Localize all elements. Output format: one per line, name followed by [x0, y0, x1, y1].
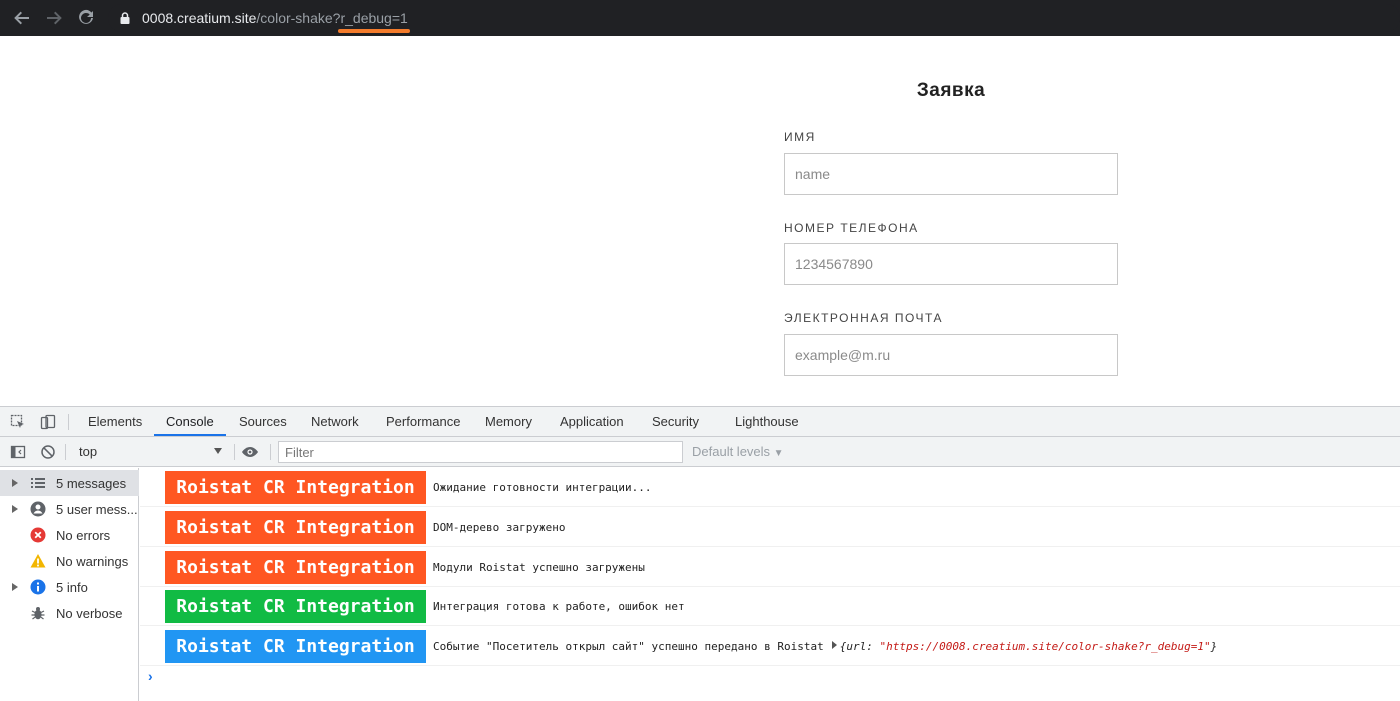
roistat-badge: Roistat CR Integration — [165, 551, 426, 584]
filter-input[interactable] — [278, 441, 683, 463]
message-text: DOM-дерево загружено — [433, 521, 566, 534]
inspect-element-icon[interactable] — [8, 412, 28, 432]
expand-triangle-icon[interactable] — [12, 479, 18, 487]
url-query: r_debug=1 — [340, 10, 408, 26]
toolbar-divider — [65, 444, 66, 460]
tab-memory[interactable]: Memory — [473, 407, 544, 436]
roistat-badge: Roistat CR Integration — [165, 511, 426, 544]
roistat-badge: Roistat CR Integration — [165, 471, 426, 504]
lock-icon — [120, 12, 130, 24]
sidebar-item-label: 5 info — [56, 579, 88, 595]
phone-label: НОМЕР ТЕЛЕФОНА — [784, 221, 919, 235]
live-expression-eye-icon[interactable] — [240, 442, 260, 462]
name-input[interactable] — [784, 153, 1118, 195]
object-url-value: "https://0008.creatium.site/color-shake?… — [879, 640, 1211, 653]
message-text: Модули Roistat успешно загружены — [433, 561, 645, 574]
console-message: Roistat CR Integration Модули Roistat ус… — [140, 548, 1400, 587]
forward-button[interactable] — [42, 6, 66, 30]
object-close: } — [1210, 640, 1218, 653]
expand-object-triangle-icon[interactable] — [831, 641, 837, 649]
back-arrow-icon — [14, 11, 29, 25]
tab-security[interactable]: Security — [640, 407, 711, 436]
log-levels-dropdown[interactable]: Default levels ▼ — [692, 441, 784, 463]
devtools-tabbar: Elements Console Sources Network Perform… — [0, 407, 1400, 437]
bug-icon — [30, 605, 46, 621]
console-sidebar: 5 messages 5 user mess... No errors No w… — [0, 468, 139, 701]
tab-sources[interactable]: Sources — [227, 407, 299, 436]
object-preview[interactable]: {url: "https://0008.creatium.site/color-… — [840, 640, 1218, 653]
url-host: 0008.creatium.site — [142, 10, 257, 26]
expand-triangle-icon[interactable] — [12, 583, 18, 591]
console-messages: Roistat CR Integration Ожидание готовнос… — [140, 468, 1400, 701]
context-value: top — [79, 444, 98, 459]
chevron-down-icon — [214, 448, 222, 454]
back-button[interactable] — [10, 6, 34, 30]
toolbar-divider — [270, 444, 271, 460]
message-text: Ожидание готовности интеграции... — [433, 481, 652, 494]
address-bar[interactable]: 0008.creatium.site/color-shake? r_debug=1 — [108, 4, 1400, 32]
tab-console[interactable]: Console — [154, 407, 226, 436]
url-path: /color-shake? — [256, 10, 341, 26]
error-icon — [30, 527, 46, 543]
clear-console-icon[interactable] — [38, 442, 58, 462]
sidebar-item-messages[interactable]: 5 messages — [0, 470, 139, 496]
info-icon — [30, 579, 46, 595]
phone-input[interactable] — [784, 243, 1118, 285]
roistat-badge: Roistat CR Integration — [165, 590, 426, 623]
web-page: Заявка ИМЯ НОМЕР ТЕЛЕФОНА ЭЛЕКТРОННАЯ ПО… — [0, 36, 1400, 406]
sidebar-item-label: No verbose — [56, 605, 123, 621]
console-message: Roistat CR Integration Интеграция готова… — [140, 587, 1400, 626]
sidebar-item-verbose[interactable]: No verbose — [0, 600, 139, 626]
forward-arrow-icon — [47, 11, 62, 25]
device-toolbar-icon[interactable] — [38, 412, 58, 432]
browser-toolbar: 0008.creatium.site/color-shake? r_debug=1 — [0, 0, 1400, 36]
message-text: Интеграция готова к работе, ошибок нет — [433, 600, 685, 613]
context-select[interactable]: top — [72, 441, 228, 463]
reload-icon — [79, 9, 93, 24]
devtools-panel: Elements Console Sources Network Perform… — [0, 406, 1400, 701]
tab-application[interactable]: Application — [548, 407, 636, 436]
console-prompt-chevron-icon[interactable]: › — [148, 668, 153, 684]
name-label: ИМЯ — [784, 130, 816, 144]
console-message: Roistat CR Integration Событие "Посетите… — [140, 627, 1400, 666]
tab-elements[interactable]: Elements — [76, 407, 154, 436]
console-toolbar: top Default levels ▼ — [0, 437, 1400, 467]
list-icon — [30, 475, 46, 491]
expand-triangle-icon[interactable] — [12, 505, 18, 513]
user-icon — [30, 501, 46, 517]
url-highlight-underline — [338, 29, 410, 33]
sidebar-item-label: 5 messages — [56, 475, 127, 491]
tabbar-divider — [68, 414, 69, 430]
warning-icon — [30, 553, 46, 569]
message-text-content: Событие "Посетитель открыл сайт" успешно… — [433, 640, 824, 653]
form-title: Заявка — [916, 80, 986, 101]
sidebar-item-label: 5 user mess... — [56, 501, 138, 517]
sidebar-item-label: No errors — [56, 527, 111, 543]
tab-network[interactable]: Network — [299, 407, 371, 436]
sidebar-item-warnings[interactable]: No warnings — [0, 548, 139, 574]
sidebar-toggle-icon[interactable] — [8, 442, 28, 462]
roistat-badge: Roistat CR Integration — [165, 630, 426, 663]
sidebar-item-user-messages[interactable]: 5 user mess... — [0, 496, 139, 522]
email-input[interactable] — [784, 334, 1118, 376]
reload-button[interactable] — [74, 6, 98, 30]
console-message: Roistat CR Integration DOM-дерево загруж… — [140, 508, 1400, 547]
levels-chevron-icon: ▼ — [773, 448, 784, 459]
sidebar-item-errors[interactable]: No errors — [0, 522, 139, 548]
sidebar-item-label: No warnings — [56, 553, 129, 569]
toolbar-divider — [234, 444, 235, 460]
message-text: Событие "Посетитель открыл сайт" успешно… — [433, 640, 1217, 653]
tab-performance[interactable]: Performance — [374, 407, 472, 436]
tab-lighthouse[interactable]: Lighthouse — [723, 407, 811, 436]
sidebar-item-info[interactable]: 5 info — [0, 574, 139, 600]
email-label: ЭЛЕКТРОННАЯ ПОЧТА — [784, 311, 943, 325]
console-message: Roistat CR Integration Ожидание готовнос… — [140, 468, 1400, 507]
object-key: {url: — [839, 640, 880, 653]
log-levels-label: Default levels — [692, 444, 771, 459]
